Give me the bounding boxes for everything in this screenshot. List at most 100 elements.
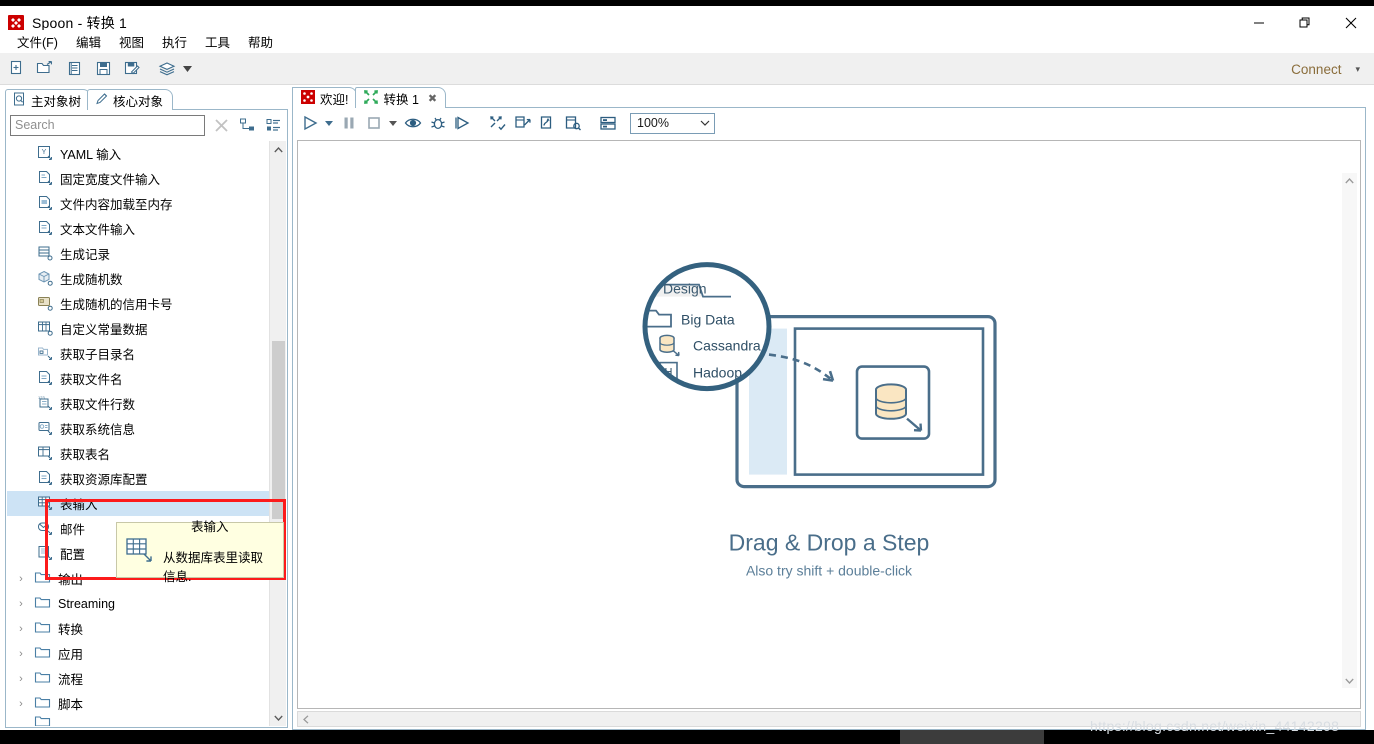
tree-folder-application[interactable]: › 应用 (7, 641, 269, 666)
tree-item-label: 生成记录 (60, 248, 111, 262)
tree-item-label: 生成随机数 (60, 273, 123, 287)
menu-tools[interactable]: 工具 (196, 30, 239, 53)
menu-edit[interactable]: 编辑 (67, 30, 110, 53)
replay-icon[interactable] (450, 111, 475, 136)
preview-icon[interactable] (400, 111, 425, 136)
tree-item-get-table-names[interactable]: 获取表名 (7, 441, 269, 466)
zoom-level-select[interactable]: 100% (630, 112, 715, 134)
menu-view[interactable]: 视图 (110, 30, 153, 53)
chevron-right-icon[interactable]: › (15, 598, 27, 610)
tree-item-load-file-memory[interactable]: 文件内容加载至内存 (7, 191, 269, 216)
save-icon[interactable] (90, 56, 116, 82)
folder-icon (34, 645, 51, 662)
open-file-icon[interactable] (32, 56, 58, 82)
scroll-thumb[interactable] (272, 341, 285, 519)
yaml-input-icon: Y (37, 145, 54, 162)
debug-icon[interactable] (425, 111, 450, 136)
tree-item-generate-creditcard[interactable]: 生成随机的信用卡号 (7, 291, 269, 316)
chevron-right-icon[interactable]: › (15, 573, 27, 585)
tree-item-get-subfolder-names[interactable]: 获取子目录名 (7, 341, 269, 366)
left-panel: 主对象树 核心对象 Search Y YAML 输入 固定宽度文件输入 文件内容… (5, 88, 288, 728)
connect-control: Connect ▾ (1291, 53, 1360, 85)
transformation-canvas[interactable]: Design Big Data Cassandra H Hadoop Drag … (297, 140, 1361, 709)
tooltip-description: 从数据库表里读取信息. (163, 550, 264, 584)
scroll-down-arrow-icon[interactable] (270, 709, 286, 726)
run-icon[interactable] (297, 111, 322, 136)
tree-item-generate-random[interactable]: 生成随机数 (7, 266, 269, 291)
tab-transformation-1[interactable]: 转换 1 ✖ (355, 87, 447, 108)
generate-sql-icon[interactable] (535, 111, 560, 136)
clear-search-icon[interactable] (211, 115, 231, 135)
tree-folder-transform[interactable]: › 转换 (7, 616, 269, 641)
taskbar-segment (900, 730, 1044, 744)
chevron-right-icon[interactable]: › (15, 648, 27, 660)
list-view-icon[interactable] (263, 115, 283, 135)
layers-dropdown-caret[interactable] (180, 56, 194, 82)
tree-item-get-repository-config[interactable]: 获取资源库配置 (7, 466, 269, 491)
svg-text:Hadoop: Hadoop (693, 364, 742, 380)
tree-view-icon[interactable] (237, 115, 257, 135)
canvas-placeholder-illustration: Design Big Data Cassandra H Hadoop Drag … (619, 258, 1039, 578)
menu-file[interactable]: 文件(F) (8, 30, 67, 53)
layers-icon[interactable] (154, 56, 180, 82)
tree-item-text-file-input[interactable]: 文本文件输入 (7, 216, 269, 241)
connect-button[interactable]: Connect (1291, 62, 1341, 77)
tree-folder-flow[interactable]: › 流程 (7, 666, 269, 691)
save-as-icon[interactable] (119, 56, 145, 82)
explore-repository-icon[interactable] (61, 56, 87, 82)
menu-help[interactable]: 帮助 (239, 30, 282, 53)
tab-welcome[interactable]: 欢迎! (292, 87, 358, 108)
tree-item-generate-rows[interactable]: 生成记录 (7, 241, 269, 266)
tabstrip-filler (173, 89, 288, 110)
tree-folder-label: Streaming (58, 596, 115, 611)
tree-item-yaml-input[interactable]: Y YAML 输入 (7, 141, 269, 166)
tree-folder-partial[interactable] (7, 715, 269, 726)
connect-dropdown-caret[interactable]: ▾ (1355, 64, 1360, 75)
tree-item-table-input[interactable]: 表输入 (7, 491, 269, 516)
get-file-rowcount-icon: 123 (37, 395, 54, 412)
chevron-right-icon[interactable]: › (15, 698, 27, 710)
close-tab-icon[interactable]: ✖ (428, 92, 437, 105)
menu-run[interactable]: 执行 (153, 30, 196, 53)
tree-item-get-file-names[interactable]: 获取文件名 (7, 366, 269, 391)
editor-tabstrip: 欢迎! 转换 1 ✖ (292, 86, 1366, 108)
canvas-scroll-up-icon[interactable] (1342, 173, 1357, 188)
folder-icon (34, 670, 51, 687)
tree-item-get-file-rowcount[interactable]: 123 获取文件行数 (7, 391, 269, 416)
search-row: Search (6, 110, 287, 140)
scroll-up-arrow-icon[interactable] (270, 141, 286, 158)
tooltip-title: 表输入 (191, 519, 229, 534)
tab-transformation-1-label: 转换 1 (383, 92, 419, 107)
tab-main-object-tree[interactable]: 主对象树 (5, 89, 92, 110)
tree-item-custom-constant[interactable]: 自定义常量数据 (7, 316, 269, 341)
step-tree[interactable]: Y YAML 输入 固定宽度文件输入 文件内容加载至内存 文本文件输入 生成记录… (7, 141, 269, 726)
get-table-names-icon (37, 445, 54, 462)
tree-folder-streaming[interactable]: › Streaming (7, 591, 269, 616)
show-results-icon[interactable] (560, 111, 585, 136)
tree-item-label: 文件内容加载至内存 (60, 198, 173, 212)
fixed-file-input-icon (37, 170, 54, 187)
verify-icon[interactable] (485, 111, 510, 136)
tree-item-get-system-info[interactable]: 获取系统信息 (7, 416, 269, 441)
new-file-icon[interactable] (3, 56, 29, 82)
chevron-right-icon[interactable]: › (15, 623, 27, 635)
canvas-scroll-left-icon[interactable] (298, 712, 314, 726)
pause-icon[interactable] (336, 111, 361, 136)
chevron-right-icon[interactable]: › (15, 673, 27, 685)
canvas-horizontal-scrollbar[interactable] (297, 711, 1361, 727)
chevron-down-icon (700, 118, 710, 128)
run-dropdown-caret[interactable] (322, 111, 336, 136)
tree-item-fixed-file-input[interactable]: 固定宽度文件输入 (7, 166, 269, 191)
zoom-level-value: 100% (637, 116, 669, 130)
search-input[interactable]: Search (10, 114, 205, 136)
stop-dropdown-caret[interactable] (386, 111, 400, 136)
left-tree-vertical-scrollbar[interactable] (269, 141, 286, 726)
analyse-impact-icon[interactable] (510, 111, 535, 136)
canvas-vertical-scrollbar[interactable] (1342, 173, 1357, 688)
tooltip-text: 表输入 从数据库表里读取信息. (163, 516, 275, 585)
arrange-grid-icon[interactable] (595, 111, 620, 136)
tree-folder-script[interactable]: › 脚本 (7, 691, 269, 716)
canvas-scroll-down-icon[interactable] (1342, 673, 1357, 688)
stop-icon[interactable] (361, 111, 386, 136)
tab-core-objects[interactable]: 核心对象 (87, 89, 174, 110)
